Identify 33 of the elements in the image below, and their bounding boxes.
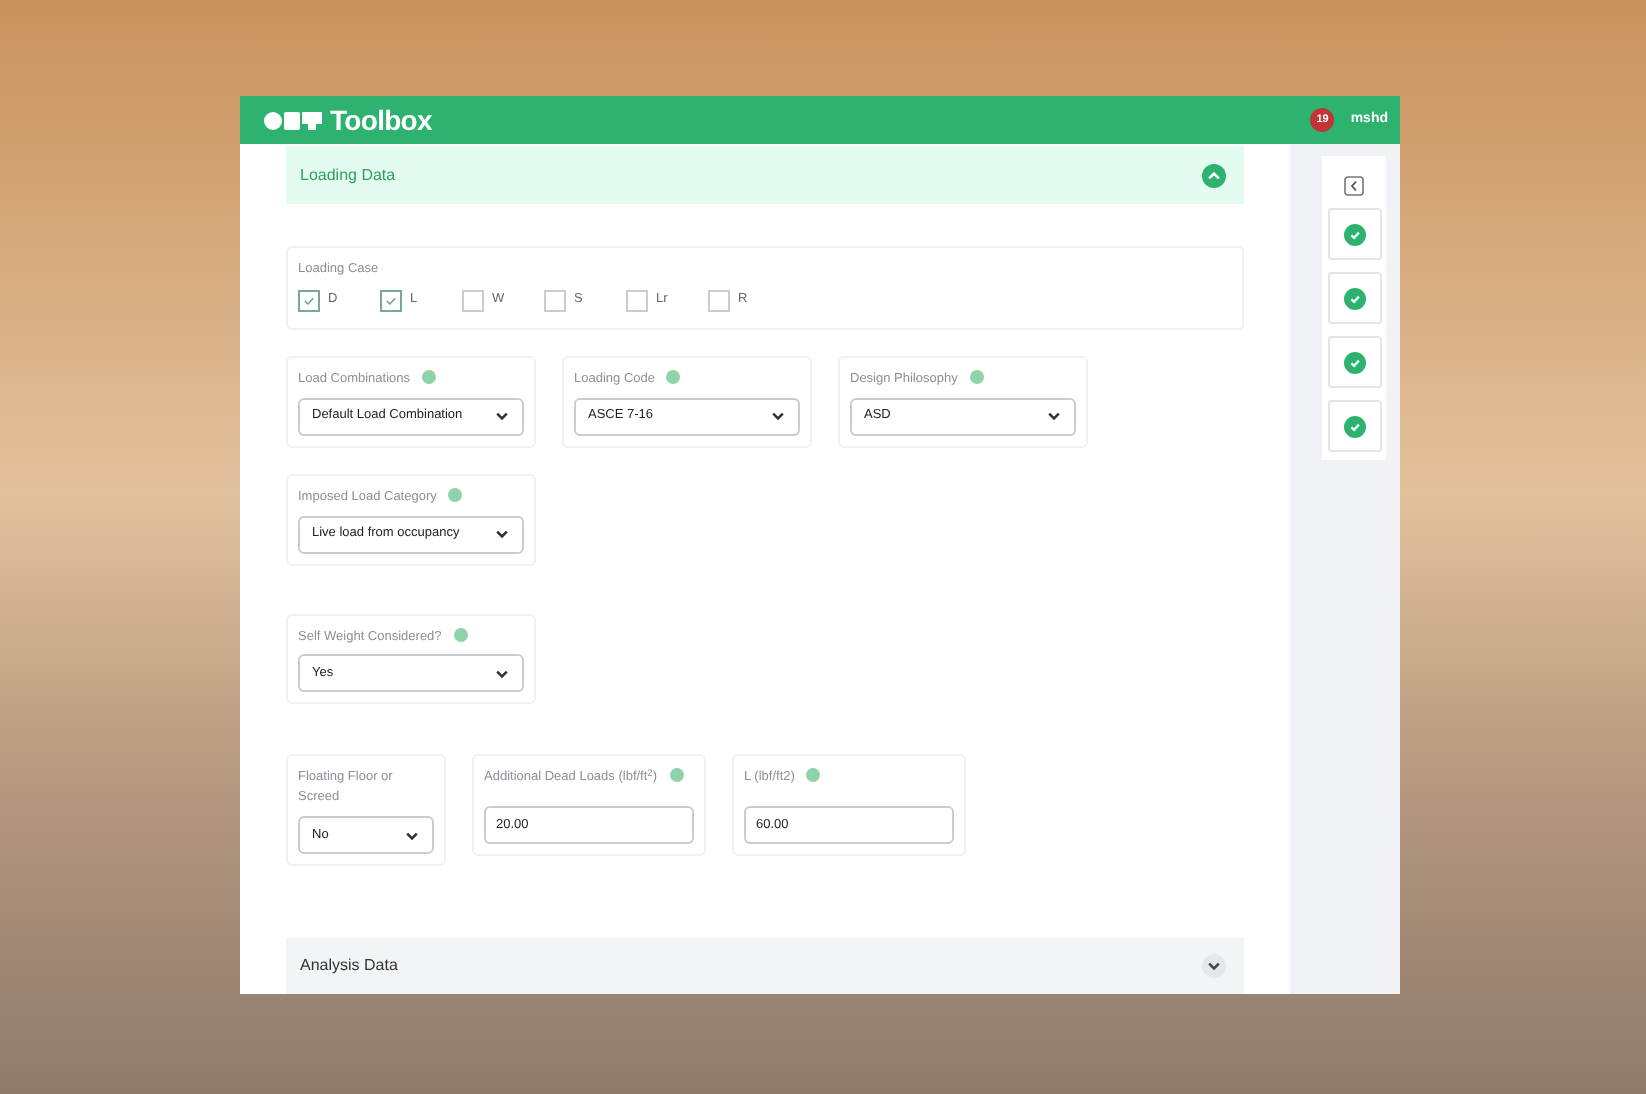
chevron-down-icon [1206,958,1222,974]
info-icon[interactable] [453,627,468,641]
chevron-down-icon [404,827,420,844]
step-card[interactable] [1327,336,1381,388]
logo-mark-icon [264,109,324,131]
chevron-down-icon [494,408,510,425]
step-card[interactable] [1327,208,1381,260]
section-header[interactable]: Analysis Data [286,938,1244,994]
checkbox[interactable] [462,289,484,312]
info-icon[interactable] [806,768,821,783]
chevron-up-icon [1206,167,1222,183]
info-icon[interactable] [969,370,984,384]
chevron-down-icon [494,665,510,682]
check-icon [384,293,398,308]
info-icon[interactable] [448,487,463,502]
check-icon [302,293,316,308]
checkbox[interactable] [544,289,566,312]
checkbox[interactable] [298,289,320,312]
expand-button[interactable] [1202,954,1226,978]
checkbox[interactable] [708,289,730,312]
chevron-down-icon [494,526,510,542]
info-icon[interactable] [669,768,684,783]
chevron-down-icon [770,408,786,425]
checkbox[interactable] [380,289,402,312]
info-icon[interactable] [422,370,437,384]
info-icon[interactable] [666,370,681,384]
logo-text: Toolbox [330,106,432,134]
checkbox[interactable] [626,289,648,312]
step-card[interactable] [1327,400,1381,452]
chevron-down-icon [1046,408,1062,425]
step-card[interactable] [1327,272,1381,324]
collapse-panel-icon[interactable] [1344,176,1364,196]
collapse-button[interactable] [1202,163,1226,187]
